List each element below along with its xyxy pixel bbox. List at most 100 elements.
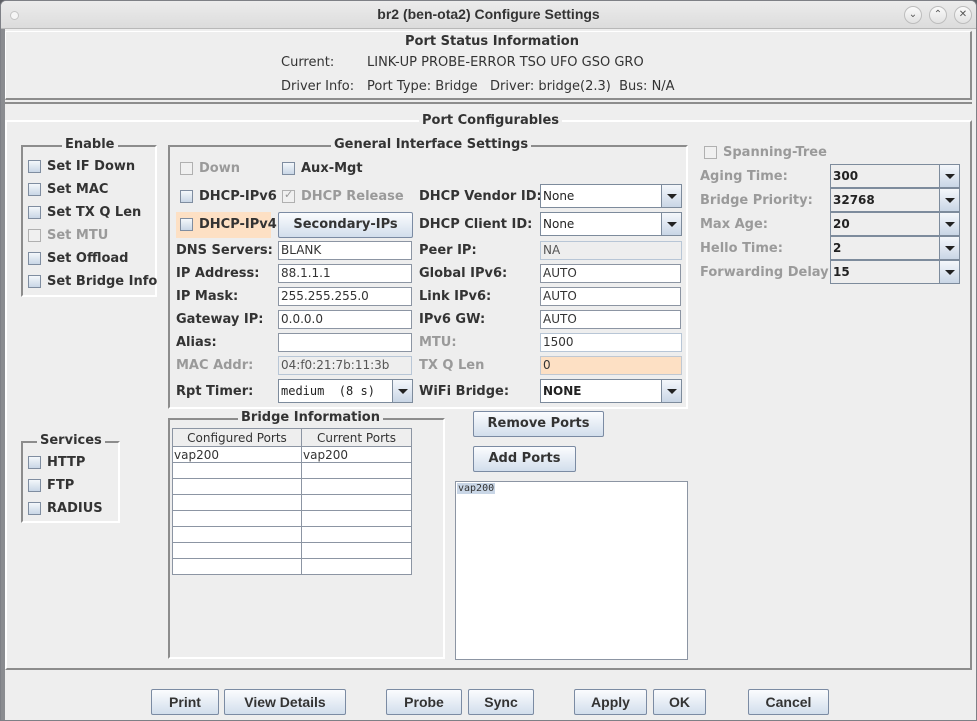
set-if-down-checkbox[interactable]: Set IF Down [28, 156, 135, 176]
available-ports-list[interactable]: vap200 [455, 481, 688, 660]
checkbox-box[interactable] [704, 145, 717, 159]
current-ports-header[interactable]: Current Ports [301, 428, 412, 447]
view-details-button[interactable]: View Details [224, 689, 346, 715]
table-row[interactable] [172, 494, 412, 511]
configured-port-cell[interactable] [172, 478, 302, 495]
chevron-down-icon[interactable] [661, 213, 681, 235]
configured-port-cell[interactable] [172, 494, 302, 511]
table-row[interactable]: vap200 vap200 [172, 446, 412, 463]
current-port-cell[interactable] [301, 494, 412, 511]
current-port-cell[interactable] [301, 462, 412, 479]
checkbox-box[interactable] [28, 455, 41, 469]
configured-port-cell[interactable] [172, 510, 302, 527]
bridge-priority-select[interactable]: 32768 [830, 188, 960, 212]
dhcp-ipv6-checkbox[interactable]: DHCP-IPv6 [180, 186, 277, 206]
aging-time-select[interactable]: 300 [830, 164, 960, 188]
available-port-item[interactable]: vap200 [457, 483, 496, 494]
probe-button[interactable]: Probe [386, 689, 462, 715]
table-row[interactable] [172, 558, 412, 575]
configured-port-cell[interactable] [172, 542, 302, 559]
chevron-down-icon[interactable] [939, 261, 959, 283]
chevron-down-icon[interactable] [392, 380, 412, 402]
table-row[interactable] [172, 478, 412, 495]
remove-ports-button[interactable]: Remove Ports [473, 411, 604, 437]
checkbox-box[interactable] [180, 161, 193, 175]
current-port-cell[interactable] [301, 558, 412, 575]
configured-port-cell[interactable] [172, 526, 302, 543]
mac-addr-input[interactable]: 04:f0:21:7b:11:3b [278, 356, 412, 375]
dhcp-ipv4-checkbox[interactable]: DHCP-IPv4 [180, 214, 277, 234]
current-port-cell[interactable] [301, 526, 412, 543]
cancel-button[interactable]: Cancel [748, 689, 829, 715]
checkbox-box[interactable] [28, 501, 41, 515]
checkbox-box[interactable] [28, 182, 41, 196]
dns-servers-input[interactable]: BLANK [278, 241, 412, 260]
chevron-down-icon[interactable] [661, 185, 681, 207]
tx-q-len-input[interactable]: 0 [540, 356, 682, 375]
title-bar[interactable]: br2 (ben-ota2) Configure Settings ⌄ ⌃ ✕ [1, 1, 976, 29]
alias-input[interactable] [278, 333, 412, 352]
mtu-input[interactable]: 1500 [540, 333, 682, 352]
table-row[interactable] [172, 526, 412, 543]
aux-mgt-checkbox[interactable]: Aux-Mgt [282, 158, 363, 178]
gateway-ip-input[interactable]: 0.0.0.0 [278, 310, 412, 329]
set-tx-q-len-checkbox[interactable]: Set TX Q Len [28, 202, 141, 222]
checkbox-box[interactable] [28, 478, 41, 492]
current-port-cell[interactable] [301, 510, 412, 527]
peer-ip-input[interactable]: NA [540, 241, 682, 260]
current-port-cell[interactable]: vap200 [301, 446, 412, 463]
ipv6-gw-input[interactable]: AUTO [540, 310, 681, 329]
set-mtu-checkbox[interactable]: Set MTU [28, 225, 108, 245]
print-button[interactable]: Print [151, 689, 219, 715]
checkbox-box[interactable] [180, 189, 193, 203]
current-port-cell[interactable] [301, 478, 412, 495]
secondary-ips-button[interactable]: Secondary-IPs [278, 212, 413, 238]
checkbox-box[interactable] [28, 251, 41, 265]
current-port-cell[interactable] [301, 542, 412, 559]
ftp-checkbox[interactable]: FTP [28, 475, 74, 495]
dhcp-client-id-select[interactable]: None [540, 212, 682, 236]
chevron-down-icon[interactable] [939, 165, 959, 187]
chevron-down-icon[interactable] [661, 380, 681, 402]
ip-mask-input[interactable]: 255.255.255.0 [278, 287, 412, 306]
maximize-button[interactable]: ⌃ [929, 6, 947, 24]
hello-time-select[interactable]: 2 [830, 236, 960, 260]
down-checkbox[interactable]: Down [180, 158, 240, 178]
chevron-down-icon[interactable] [939, 213, 959, 235]
close-button[interactable]: ✕ [954, 6, 972, 24]
table-row[interactable] [172, 462, 412, 479]
checkbox-box[interactable] [28, 274, 41, 288]
http-checkbox[interactable]: HTTP [28, 452, 85, 472]
spanning-tree-checkbox[interactable]: Spanning-Tree [704, 142, 827, 162]
global-ipv6-input[interactable]: AUTO [540, 264, 681, 283]
ok-button[interactable]: OK [653, 689, 706, 715]
checkbox-box[interactable] [28, 228, 41, 242]
add-ports-button[interactable]: Add Ports [473, 446, 576, 472]
table-row[interactable] [172, 510, 412, 527]
dhcp-vendor-id-select[interactable]: None [540, 184, 682, 208]
configured-port-cell[interactable] [172, 558, 302, 575]
radius-checkbox[interactable]: RADIUS [28, 498, 103, 518]
forwarding-delay-select[interactable]: 15 [830, 260, 960, 284]
configured-ports-header[interactable]: Configured Ports [172, 428, 302, 447]
dhcp-release-checkbox[interactable]: DHCP Release [282, 186, 404, 206]
link-ipv6-input[interactable]: AUTO [540, 287, 681, 306]
configured-port-cell[interactable] [172, 462, 302, 479]
apply-button[interactable]: Apply [574, 689, 647, 715]
checkbox-box[interactable] [180, 217, 193, 231]
wifi-bridge-select[interactable]: NONE [540, 379, 682, 403]
sync-button[interactable]: Sync [468, 689, 534, 715]
checkbox-box[interactable] [28, 205, 41, 219]
table-row[interactable] [172, 542, 412, 559]
minimize-button[interactable]: ⌄ [904, 6, 922, 24]
configured-port-cell[interactable]: vap200 [172, 446, 302, 463]
max-age-select[interactable]: 20 [830, 212, 960, 236]
rpt-timer-select[interactable]: medium (8 s) [278, 379, 413, 403]
set-offload-checkbox[interactable]: Set Offload [28, 248, 129, 268]
checkbox-box[interactable] [282, 188, 295, 203]
ip-address-input[interactable]: 88.1.1.1 [278, 264, 412, 283]
set-mac-checkbox[interactable]: Set MAC [28, 179, 108, 199]
set-bridge-info-checkbox[interactable]: Set Bridge Info [28, 271, 157, 291]
chevron-down-icon[interactable] [939, 237, 959, 259]
chevron-down-icon[interactable] [939, 189, 959, 211]
